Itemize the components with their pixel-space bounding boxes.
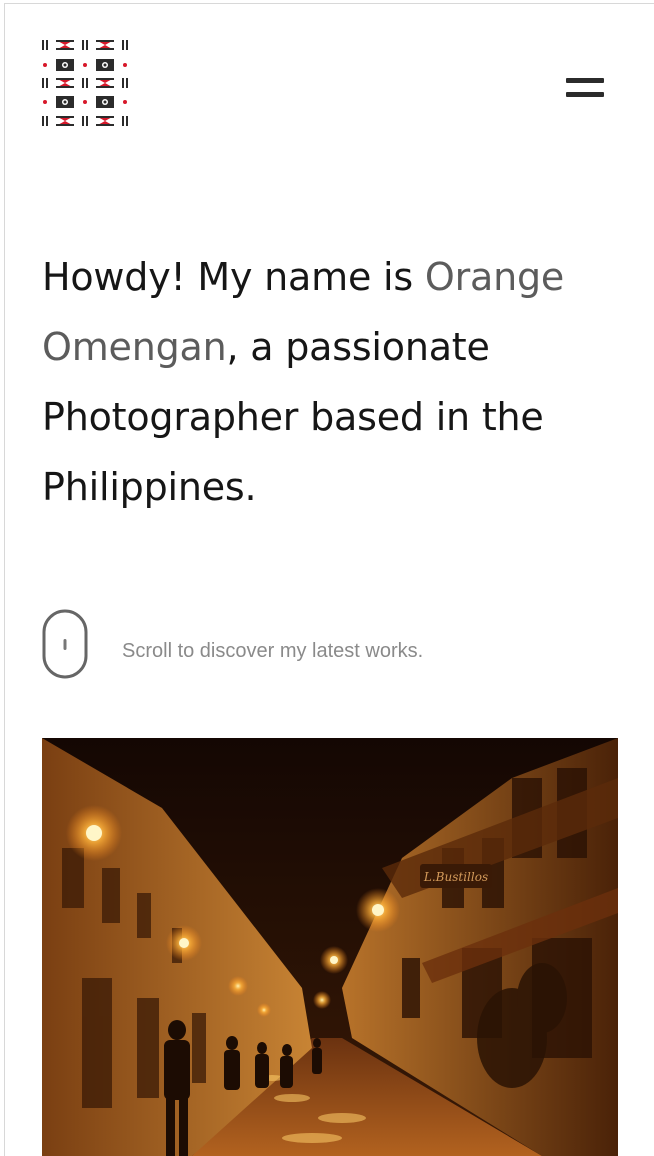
intro-heading: Howdy! My name is Orange Omengan, a pass…: [42, 242, 617, 522]
site-logo[interactable]: [40, 38, 132, 128]
intro-prefix: Howdy! My name is: [42, 255, 425, 299]
mouse-scroll-icon: [42, 609, 88, 679]
scroll-hint-text: Scroll to discover my latest works.: [122, 640, 424, 662]
featured-photo[interactable]: L.Bustillos: [42, 738, 618, 1156]
menu-bar-bottom: [566, 92, 604, 97]
menu-bar-top: [566, 78, 604, 83]
scroll-hint: Scroll to discover my latest works.: [42, 609, 542, 679]
woven-pattern-logo-icon: [42, 40, 128, 126]
hamburger-menu-button[interactable]: [562, 72, 606, 104]
shop-sign-text: L.Bustillos: [423, 870, 488, 884]
